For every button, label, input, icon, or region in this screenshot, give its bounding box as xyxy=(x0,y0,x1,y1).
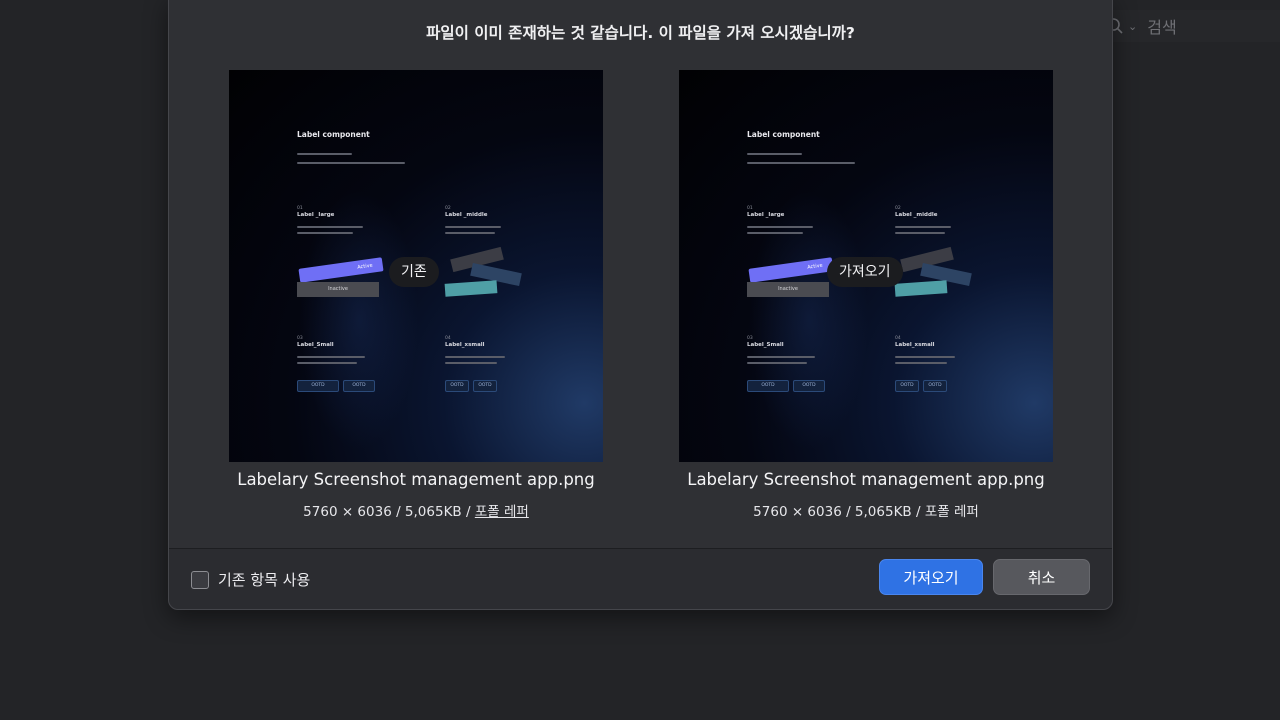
use-existing-checkbox[interactable] xyxy=(191,570,209,589)
incoming-file-pane: Label component 01 Label _large 02 Label… xyxy=(679,70,1053,520)
thumb-section-num: 02 xyxy=(895,206,901,211)
existing-file-thumbnail: Label component 01 Label _large 02 Label… xyxy=(229,70,603,462)
use-existing-option[interactable]: 기존 항목 사용 xyxy=(191,569,310,590)
cancel-button[interactable]: 취소 xyxy=(993,559,1090,595)
thumb-section-label: Label_Small xyxy=(297,342,334,348)
use-existing-label: 기존 항목 사용 xyxy=(218,571,311,589)
incoming-file-name: Labelary Screenshot management app.png xyxy=(687,470,1045,489)
incoming-file-size: 5,065KB xyxy=(854,504,912,520)
thumb-tag-inactive: Inactive xyxy=(747,282,829,297)
incoming-file-location: 포폴 레퍼 xyxy=(924,504,979,520)
thumb-chip: OOTD xyxy=(895,380,919,392)
thumb-tag-inactive: Inactive xyxy=(297,282,379,297)
thumb-section-num: 04 xyxy=(445,336,451,341)
thumb-section-num: 03 xyxy=(747,336,753,341)
incoming-file-thumbnail: Label component 01 Label _large 02 Label… xyxy=(679,70,1053,462)
thumb-section-label: Label_xsmall xyxy=(895,342,935,348)
incoming-file-meta: 5760 × 6036 / 5,065KB / 포폴 레퍼 xyxy=(753,504,979,520)
dialog-prompt: 파일이 이미 존재하는 것 같습니다. 이 파일을 가져 오시겠습니까? xyxy=(426,24,855,42)
import-button[interactable]: 가져오기 xyxy=(879,559,983,595)
thumb-section-num: 04 xyxy=(895,336,901,341)
thumb-section-num: 02 xyxy=(445,206,451,211)
existing-overlay-label: 기존 xyxy=(389,257,439,287)
duplicate-file-dialog: 파일이 이미 존재하는 것 같습니다. 이 파일을 가져 오시겠습니까? Lab… xyxy=(168,0,1113,610)
thumb-section-label: Label_xsmall xyxy=(445,342,485,348)
thumb-chip: OOTD xyxy=(747,380,789,392)
thumb-tag xyxy=(444,280,498,297)
thumb-section-num: 03 xyxy=(297,336,303,341)
existing-file-pane: Label component 01 Label _large 02 Label… xyxy=(229,70,603,520)
thumb-chip: OOTD xyxy=(793,380,825,392)
thumb-title: Label component xyxy=(297,130,370,139)
toolbar-search[interactable]: ⌄ 검색 xyxy=(1106,10,1280,42)
thumb-section-label: Label _middle xyxy=(445,212,488,218)
thumb-section-label: Label_Small xyxy=(747,342,784,348)
search-placeholder: 검색 xyxy=(1147,18,1177,37)
thumb-chip: OOTD xyxy=(473,380,497,392)
app-background: ⌄ 검색 파일이 이미 존재하는 것 같습니다. 이 파일을 가져 오시겠습니까… xyxy=(0,0,1280,720)
thumb-tag xyxy=(894,280,948,297)
thumb-chip: OOTD xyxy=(445,380,469,392)
existing-file-location-link[interactable]: 포폴 레퍼 xyxy=(475,504,529,520)
thumb-chip: OOTD xyxy=(923,380,947,392)
thumb-section-num: 01 xyxy=(297,206,303,211)
existing-file-name: Labelary Screenshot management app.png xyxy=(237,470,595,489)
thumb-chip: OOTD xyxy=(297,380,339,392)
dialog-footer: 기존 항목 사용 가져오기 취소 xyxy=(169,549,1112,609)
thumb-section-label: Label _large xyxy=(747,212,785,218)
thumb-section-num: 01 xyxy=(747,206,753,211)
existing-file-meta: 5760 × 6036 / 5,065KB / 포폴 레퍼 xyxy=(303,504,529,520)
chevron-down-icon: ⌄ xyxy=(1128,19,1138,33)
incoming-overlay-label: 가져오기 xyxy=(827,257,903,287)
thumb-section-label: Label _middle xyxy=(895,212,938,218)
thumb-section-label: Label _large xyxy=(297,212,335,218)
incoming-file-dimensions: 5760 × 6036 xyxy=(753,504,842,520)
existing-file-size: 5,065KB xyxy=(404,504,462,520)
existing-file-dimensions: 5760 × 6036 xyxy=(303,504,392,520)
thumb-title: Label component xyxy=(747,130,820,139)
thumb-chip: OOTD xyxy=(343,380,375,392)
